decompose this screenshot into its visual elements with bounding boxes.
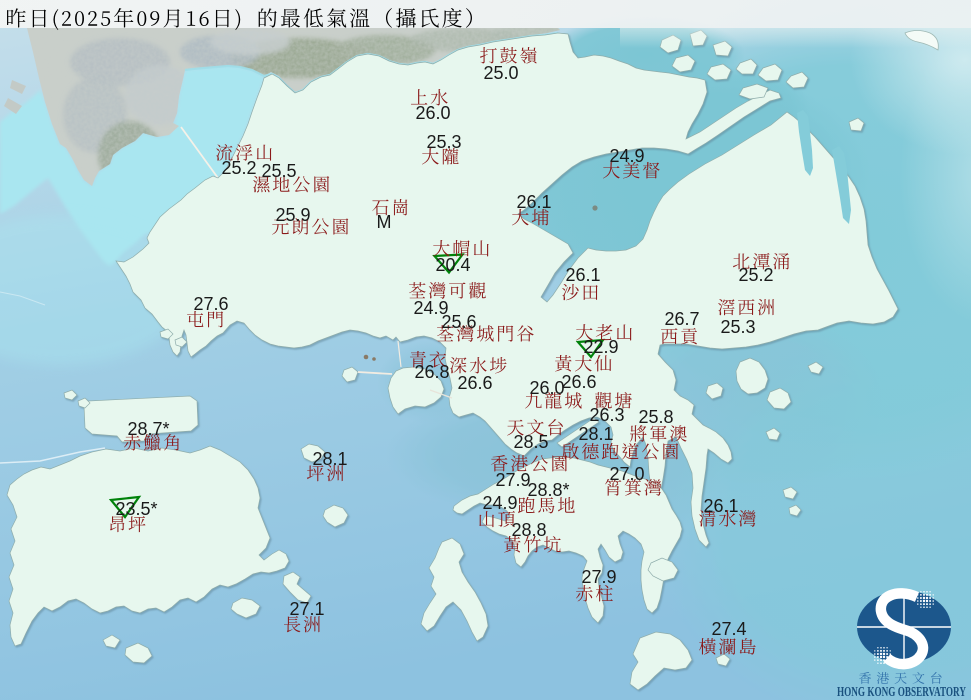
svg-text:24.9: 24.9	[483, 493, 518, 513]
svg-text:20.4: 20.4	[436, 255, 471, 275]
svg-text:25.2: 25.2	[222, 158, 257, 178]
svg-text:26.0: 26.0	[416, 103, 451, 123]
svg-text:25.2: 25.2	[739, 265, 774, 285]
svg-text:HONG KONG OBSERVATORY: HONG KONG OBSERVATORY	[837, 684, 966, 699]
svg-text:23.5*: 23.5*	[116, 499, 158, 519]
svg-text:24.9: 24.9	[610, 146, 645, 166]
svg-text:25.6: 25.6	[442, 312, 477, 332]
svg-text:26.6: 26.6	[562, 372, 597, 392]
svg-text:26.7: 26.7	[665, 309, 700, 329]
svg-text:25.0: 25.0	[484, 63, 519, 83]
svg-text:28.8*: 28.8*	[528, 480, 570, 500]
svg-text:27.9: 27.9	[582, 567, 617, 587]
svg-text:25.9: 25.9	[276, 205, 311, 225]
svg-text:26.3: 26.3	[590, 405, 625, 425]
svg-text:27.4: 27.4	[712, 619, 747, 639]
svg-text:25.8: 25.8	[639, 407, 674, 427]
svg-text:27.6: 27.6	[194, 294, 229, 314]
svg-text:28.1: 28.1	[579, 424, 614, 444]
svg-text:27.9: 27.9	[496, 470, 531, 490]
svg-text:26.1: 26.1	[704, 496, 739, 516]
svg-text:28.5: 28.5	[514, 432, 549, 452]
svg-text:28.8: 28.8	[512, 520, 547, 540]
svg-text:22.9: 22.9	[584, 337, 619, 357]
svg-text:25.5: 25.5	[262, 161, 297, 181]
svg-text:26.1: 26.1	[517, 192, 552, 212]
svg-text:25.3: 25.3	[721, 317, 756, 337]
svg-text:M: M	[377, 212, 392, 232]
svg-text:26.6: 26.6	[458, 373, 493, 393]
svg-text:26.0: 26.0	[530, 378, 565, 398]
svg-text:26.1: 26.1	[566, 265, 601, 285]
svg-text:28.1: 28.1	[313, 449, 348, 469]
svg-text:28.7*: 28.7*	[128, 419, 170, 439]
svg-text:25.3: 25.3	[427, 132, 462, 152]
svg-text:27.0: 27.0	[610, 464, 645, 484]
svg-text:27.1: 27.1	[290, 599, 325, 619]
svg-text:26.8: 26.8	[415, 362, 450, 382]
